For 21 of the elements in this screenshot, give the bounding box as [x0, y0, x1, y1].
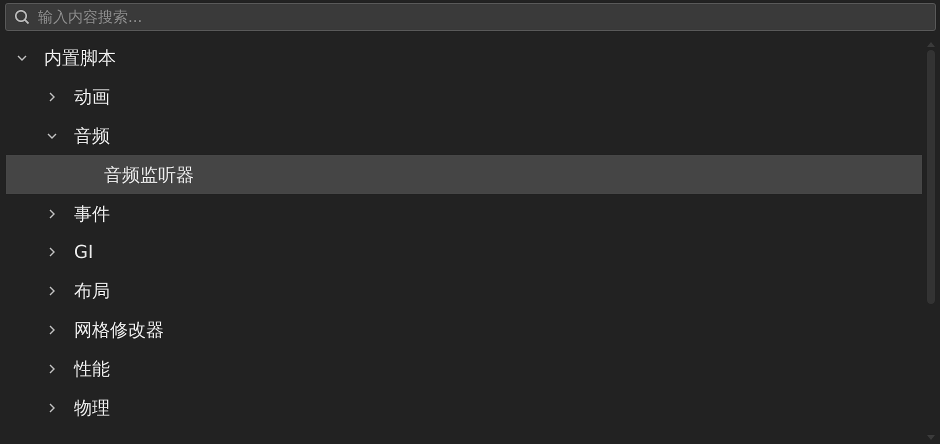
tree-item[interactable]: 性能	[6, 349, 922, 388]
tree-item[interactable]: 内置脚本	[6, 39, 922, 78]
tree-item-label: GI	[74, 242, 94, 263]
tree-item-label: 音频监听器	[104, 164, 194, 187]
tree-item-label: 网格修改器	[74, 318, 164, 342]
tree-item[interactable]: 物理	[6, 388, 922, 427]
tree-item-label: 物理	[74, 396, 110, 420]
tree-item[interactable]: 事件	[6, 194, 922, 233]
tree-item[interactable]: 布局	[6, 272, 922, 311]
tree-item-label: 性能	[74, 358, 110, 381]
search-field[interactable]: 输入内容搜索...	[5, 3, 936, 31]
tree-item[interactable]: 网格修改器	[6, 310, 922, 350]
tree-item-label: 布局	[74, 280, 110, 304]
tree-item[interactable]: GI	[6, 232, 922, 272]
tree-item[interactable]: 动画	[6, 78, 922, 117]
tree-item[interactable]: 音频监听器	[6, 155, 922, 194]
tree-item-label: 动画	[74, 86, 110, 110]
tree-item-label: 音频	[74, 124, 110, 148]
tree-item[interactable]: 音频	[6, 116, 922, 156]
tree-item-label: 事件	[74, 202, 110, 226]
tree-item-label: 内置脚本	[44, 47, 116, 70]
